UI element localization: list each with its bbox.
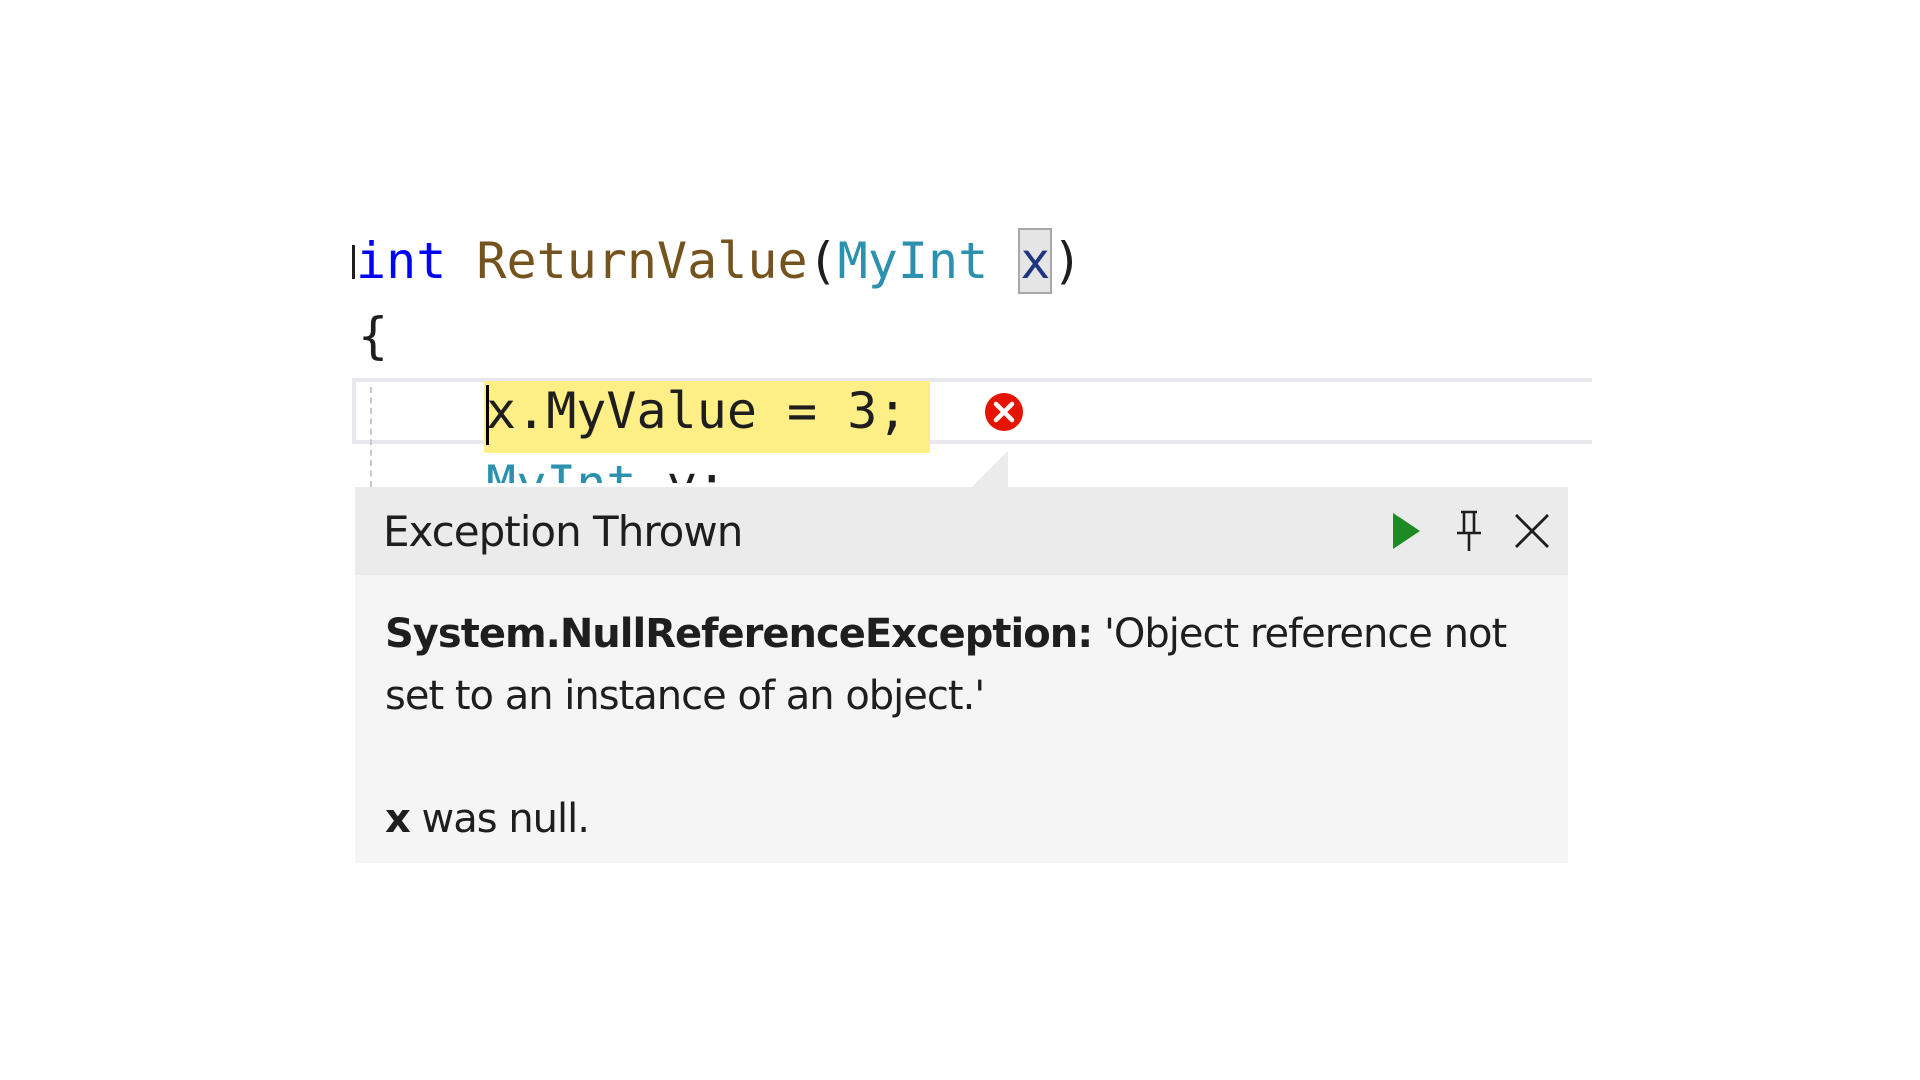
exception-message: System.NullReferenceException: 'Object r… xyxy=(385,603,1545,727)
code-line-open-brace[interactable]: { xyxy=(358,305,388,367)
error-icon[interactable] xyxy=(984,392,1024,432)
open-paren: ( xyxy=(807,232,838,290)
close-icon xyxy=(1515,514,1549,548)
keyword-int: int xyxy=(356,232,447,290)
exception-detail: x was null. xyxy=(385,791,590,847)
close-paren: ) xyxy=(1052,232,1083,290)
local-declaration: y; xyxy=(637,455,727,483)
exception-helper-popup: Exception Thrown System.NullReferenceExc… xyxy=(355,487,1568,863)
local-type: MyInt xyxy=(486,455,637,483)
null-variable-text: was null. xyxy=(421,796,590,842)
exception-type: System.NullReferenceException: xyxy=(385,611,1093,657)
close-button[interactable] xyxy=(1508,507,1556,555)
indent-guide xyxy=(370,387,372,487)
null-variable-name: x xyxy=(385,796,411,842)
code-editor[interactable]: int ReturnValue(MyInt x) { x.MyValue = 3… xyxy=(352,225,1592,487)
code-line-exception-statement[interactable]: x.MyValue = 3; xyxy=(486,380,907,442)
text-caret xyxy=(486,385,489,445)
code-line-next-statement[interactable]: MyInt y; xyxy=(486,453,727,483)
left-margin-marker xyxy=(352,245,355,279)
param-type: MyInt xyxy=(837,232,989,290)
pin-button[interactable] xyxy=(1445,507,1493,555)
continue-button[interactable] xyxy=(1380,507,1428,555)
param-name-highlight[interactable]: x xyxy=(1018,228,1053,294)
method-name: ReturnValue xyxy=(476,232,808,290)
popup-header: Exception Thrown xyxy=(355,487,1568,575)
popup-pointer xyxy=(972,451,1008,487)
pin-icon xyxy=(1457,510,1481,551)
editor-stage: int ReturnValue(MyInt x) { x.MyValue = 3… xyxy=(0,0,1920,1080)
play-icon xyxy=(1393,513,1420,549)
code-line-signature[interactable]: int ReturnValue(MyInt x) xyxy=(356,228,1083,294)
popup-title: Exception Thrown xyxy=(383,507,743,556)
